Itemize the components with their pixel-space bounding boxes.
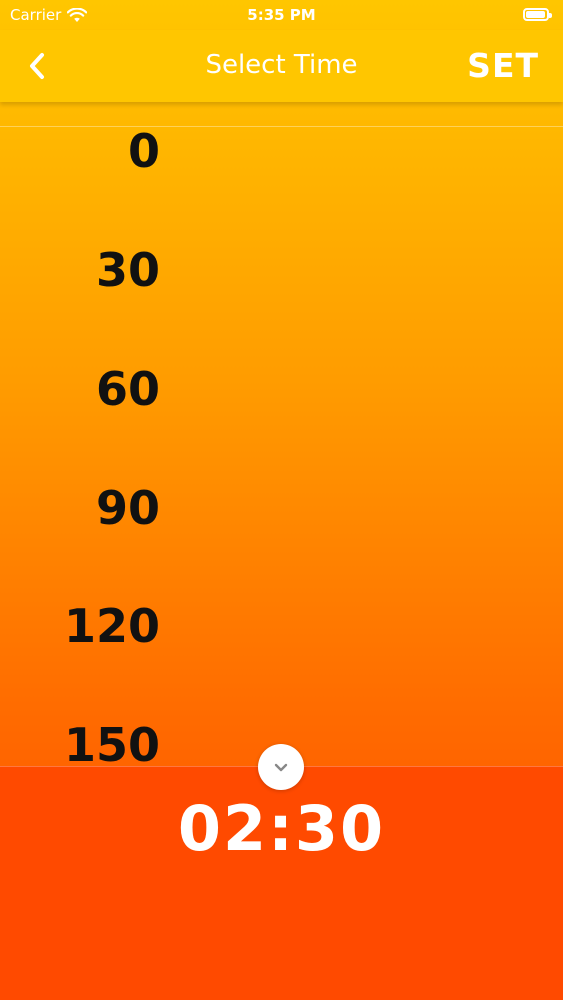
time-select-screen: Carrier 5:35 PM Select Time SET 0 30 60 … xyxy=(0,0,563,1000)
collapse-button[interactable] xyxy=(258,744,304,790)
nav-bar: Select Time SET xyxy=(0,30,563,102)
status-time: 5:35 PM xyxy=(247,6,316,24)
set-button[interactable]: SET xyxy=(467,46,539,85)
selected-time-display: 02:30 xyxy=(177,792,386,865)
status-bar: Carrier 5:35 PM xyxy=(0,0,563,30)
picker-item[interactable]: 60 xyxy=(0,362,160,416)
time-picker-list[interactable]: 0 30 60 90 120 150 xyxy=(0,102,563,766)
picker-item[interactable]: 120 xyxy=(0,599,160,653)
picker-item[interactable]: 0 xyxy=(0,124,160,178)
picker-item[interactable]: 90 xyxy=(0,481,160,535)
picker-item[interactable]: 30 xyxy=(0,243,160,297)
picker-divider xyxy=(0,126,563,127)
battery-icon xyxy=(523,8,552,21)
battery-level xyxy=(526,11,545,18)
picker-item[interactable]: 150 xyxy=(0,718,160,766)
chevron-down-icon xyxy=(274,763,288,772)
